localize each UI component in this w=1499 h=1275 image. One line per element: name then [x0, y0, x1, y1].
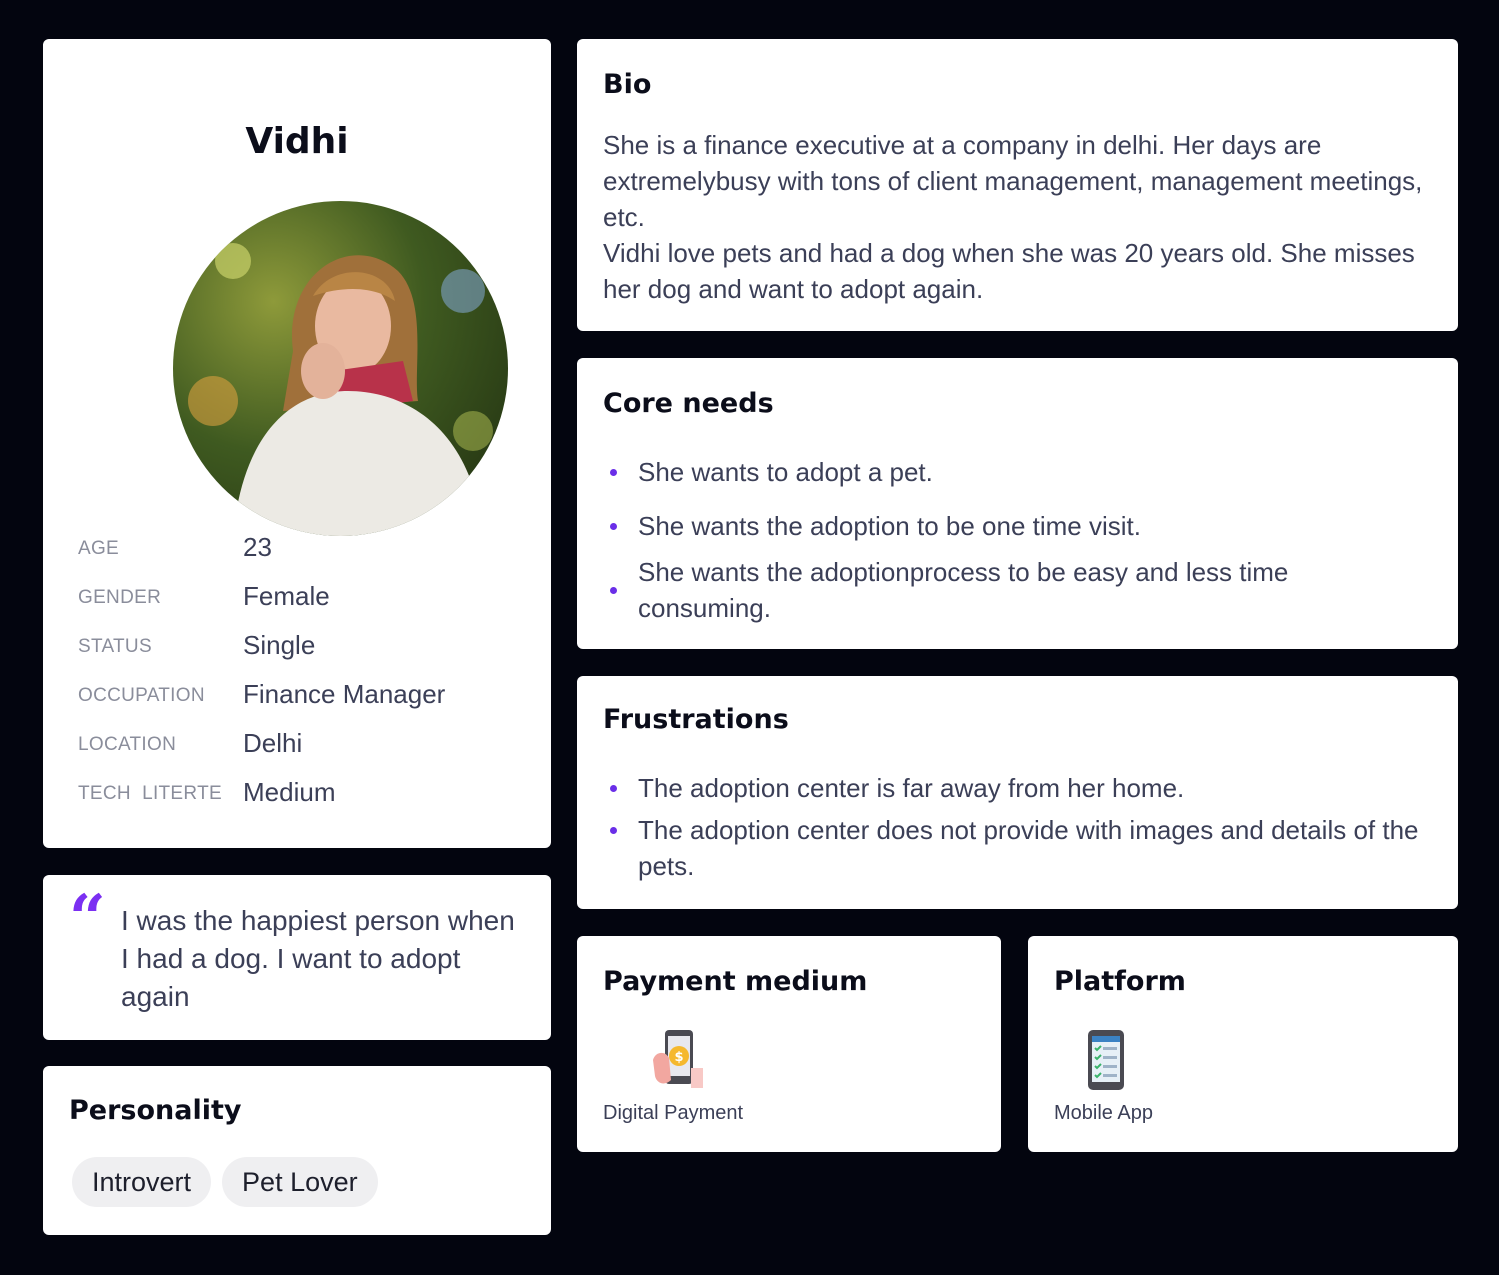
- core-needs-title: Core needs: [603, 388, 774, 419]
- trait-chip: Introvert: [72, 1157, 212, 1207]
- attribute-value: Single: [243, 630, 316, 660]
- trait-chip: Pet Lover: [222, 1157, 378, 1207]
- quote-icon: “: [69, 881, 106, 956]
- frustrations-card: Frustrations The adoption center is far …: [577, 676, 1458, 909]
- list-item: The adoption center is far away from her…: [603, 764, 1433, 812]
- bio-paragraph: She is a finance executive at a company …: [603, 130, 1423, 232]
- attribute-value: Female: [243, 581, 330, 611]
- platform-label: Mobile App: [1054, 1102, 1153, 1124]
- frustrations-list: The adoption center is far away from her…: [603, 764, 1433, 888]
- list-item-text: The adoption center is far away from her…: [638, 773, 1185, 803]
- profile-card: Vidhi AGE 23 GENDER Female STATUS Single…: [43, 39, 551, 848]
- list-item: She wants to adopt a pet.: [603, 444, 1433, 500]
- attribute-label: TECH LITERTE: [78, 783, 222, 804]
- bullet-icon: [610, 827, 617, 834]
- attribute-label: LOCATION: [78, 734, 177, 755]
- payment-medium-card: Payment medium $ Digital Payment: [577, 936, 1001, 1152]
- payment-label: Digital Payment: [603, 1102, 744, 1124]
- list-item: She wants the adoptionprocess to be easy…: [603, 552, 1363, 628]
- bio-card: Bio She is a finance executive at a comp…: [577, 39, 1458, 331]
- bullet-icon: [610, 587, 617, 594]
- attribute-value: Delhi: [243, 728, 303, 758]
- platform-title: Platform: [1054, 966, 1186, 997]
- attribute-value: Medium: [243, 777, 336, 807]
- list-item-text: She wants to adopt a pet.: [638, 457, 933, 487]
- trait-chips: Introvert Pet Lover: [72, 1157, 378, 1207]
- list-item: She wants the adoption to be one time vi…: [603, 500, 1433, 552]
- mobile-app-icon: [1088, 1030, 1124, 1090]
- list-item-text: She wants the adoption to be one time vi…: [638, 511, 1141, 541]
- bullet-icon: [610, 523, 617, 530]
- frustrations-title: Frustrations: [603, 704, 789, 735]
- bullet-icon: [610, 469, 617, 476]
- attribute-label: AGE: [78, 538, 120, 559]
- attribute-label: OCCUPATION: [78, 685, 205, 706]
- bio-text: She is a finance executive at a company …: [603, 127, 1423, 307]
- digital-payment-icon: $: [653, 1030, 703, 1088]
- attribute-label: STATUS: [78, 636, 152, 657]
- bio-paragraph: Vidhi love pets and had a dog when she w…: [603, 238, 1415, 304]
- core-needs-list: She wants to adopt a pet. She wants the …: [603, 444, 1433, 628]
- list-item: The adoption center does not provide wit…: [603, 812, 1433, 888]
- list-item-text: The adoption center does not provide wit…: [638, 815, 1419, 881]
- svg-text:$: $: [674, 1050, 683, 1065]
- avatar: [173, 201, 508, 536]
- bio-title: Bio: [603, 69, 652, 100]
- quote-text: I was the happiest person when I had a d…: [121, 905, 515, 1012]
- personality-card: Personality Introvert Pet Lover: [43, 1066, 551, 1235]
- bullet-icon: [610, 785, 617, 792]
- payment-title: Payment medium: [603, 966, 868, 997]
- attribute-value: 23: [243, 532, 272, 562]
- platform-card: Platform Mobile App: [1028, 936, 1458, 1152]
- list-item-text: She wants the adoptionprocess to be easy…: [638, 557, 1289, 623]
- core-needs-card: Core needs She wants to adopt a pet. She…: [577, 358, 1458, 649]
- attribute-value: Finance Manager: [243, 679, 446, 709]
- personality-title: Personality: [69, 1095, 242, 1126]
- quote-card: “ I was the happiest person when I had a…: [43, 875, 551, 1040]
- attribute-label: GENDER: [78, 587, 162, 608]
- persona-name: Vidhi: [245, 121, 349, 162]
